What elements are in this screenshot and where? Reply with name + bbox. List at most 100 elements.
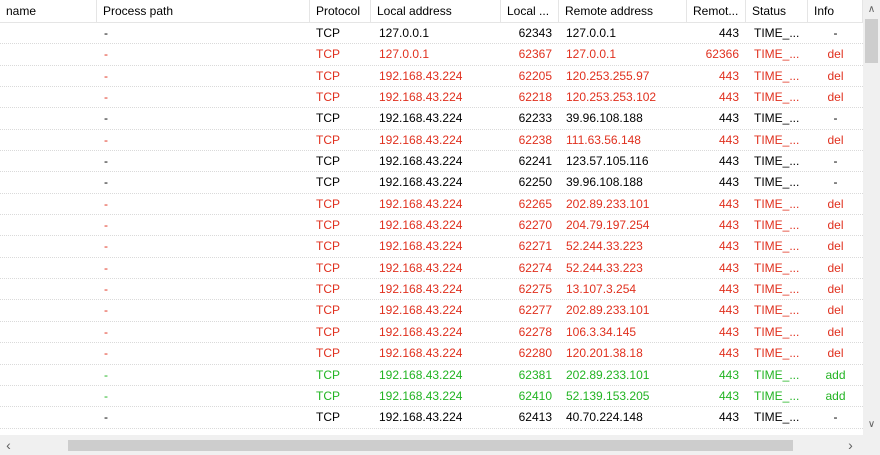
cell-remote-address: 120.253.253.102: [566, 90, 657, 105]
cell-info: add: [825, 388, 846, 403]
table-row[interactable]: - TCP 192.168.43.224 62241 123.57.105.116 443…: [0, 151, 863, 173]
cell-remote-port: 443: [718, 154, 739, 169]
cell-remote-address: 202.89.233.101: [566, 196, 650, 211]
cell-remote-port: 443: [718, 303, 739, 318]
cell-local-address: 192.168.43.224: [379, 196, 463, 211]
chevron-down-icon[interactable]: ∨: [863, 416, 880, 433]
table-row[interactable]: - TCP 192.168.43.224 62218 120.253.253.102 44…: [0, 87, 863, 109]
table-row[interactable]: - TCP 192.168.43.224 62275 13.107.3.254 443 TI…: [0, 279, 863, 301]
cell-process-path: -: [104, 367, 108, 382]
column-header-status[interactable]: Status: [746, 0, 808, 22]
cell-status: TIME_...: [754, 90, 800, 105]
cell-remote-port: 443: [718, 410, 739, 425]
table-row[interactable]: - TCP 192.168.43.224 62265 202.89.233.101 443…: [0, 194, 863, 216]
cell-remote-port: 443: [718, 239, 739, 254]
cell-local-port: 62343: [518, 26, 552, 40]
cell-remote-port: 443: [718, 196, 739, 211]
cell-status: TIME_...: [754, 111, 800, 126]
cell-remote-address: 111.63.56.148: [566, 132, 641, 147]
cell-info: add: [825, 367, 846, 382]
cell-status: TIME_...: [754, 47, 800, 62]
table-row[interactable]: - TCP 192.168.43.224 62280 120.201.38.18 443 T…: [0, 343, 863, 365]
column-header-info[interactable]: Info: [808, 0, 863, 22]
cell-remote-address: 202.89.233.101: [566, 367, 650, 382]
cell-protocol: TCP: [316, 68, 340, 83]
cell-info: -: [833, 26, 838, 40]
column-header-remote-address[interactable]: Remote address: [559, 0, 687, 22]
cell-remote-port: 443: [718, 324, 739, 339]
cell-local-address: 192.168.43.224: [379, 346, 463, 361]
column-header-name[interactable]: name: [0, 0, 97, 22]
cell-process-path: -: [104, 111, 108, 126]
cell-protocol: TCP: [316, 282, 340, 297]
cell-remote-address: 39.96.108.188: [566, 111, 643, 126]
cell-status: TIME_...: [754, 388, 800, 403]
table-row[interactable]: - TCP 192.168.43.224 62233 39.96.108.188 443 T…: [0, 108, 863, 130]
horizontal-scroll-thumb[interactable]: [68, 440, 793, 451]
table-row[interactable]: - TCP 192.168.43.224 62270 204.79.197.254 443…: [0, 215, 863, 237]
cell-name: [0, 44, 97, 65]
cell-local-address: 192.168.43.224: [379, 68, 463, 83]
cell-name: [0, 300, 97, 321]
cell-local-port: 62381: [518, 367, 552, 382]
cell-info: del: [827, 324, 844, 339]
cell-info: del: [827, 260, 844, 275]
table-row[interactable]: - TCP 192.168.43.224 62381 202.89.233.101 443…: [0, 365, 863, 386]
cell-status: TIME_...: [754, 132, 800, 147]
cell-remote-address: 39.96.108.188: [566, 175, 643, 190]
cell-remote-address: 52.244.33.223: [566, 239, 643, 254]
table-row[interactable]: - TCP 192.168.43.224 62271 52.244.33.223 443 T…: [0, 236, 863, 258]
cell-name: [0, 87, 97, 108]
cell-info: del: [827, 218, 844, 233]
cell-name: [0, 194, 97, 215]
table-body: - TCP 127.0.0.1 62343 127.0.0.1 443 TIME_... - -…: [0, 23, 863, 429]
cell-local-port: 62367: [518, 47, 552, 62]
cell-remote-port: 443: [718, 132, 739, 147]
table-row[interactable]: - TCP 192.168.43.224 62413 40.70.224.148 443 T…: [0, 407, 863, 429]
cell-remote-port: 443: [718, 175, 739, 190]
chevron-left-icon[interactable]: ‹: [0, 435, 17, 455]
table-row[interactable]: - TCP 192.168.43.224 62277 202.89.233.101 443…: [0, 300, 863, 322]
table-row[interactable]: - TCP 192.168.43.224 62410 52.139.153.205 443…: [0, 386, 863, 408]
cell-process-path: -: [104, 303, 108, 318]
cell-status: TIME_...: [754, 282, 800, 297]
cell-name: [0, 236, 97, 257]
cell-name: [0, 66, 97, 87]
cell-local-port: 62275: [518, 282, 552, 297]
vertical-scroll-thumb[interactable]: [865, 19, 878, 63]
cell-remote-port: 443: [718, 260, 739, 275]
column-header-local-address[interactable]: Local address: [371, 0, 501, 22]
table-row[interactable]: - TCP 192.168.43.224 62250 39.96.108.188 443 T…: [0, 172, 863, 194]
vertical-scrollbar[interactable]: ∧ ∨: [863, 0, 880, 435]
horizontal-scrollbar[interactable]: ‹ ›: [0, 435, 863, 455]
column-header-remote-port[interactable]: Remot...: [687, 0, 746, 22]
cell-process-path: -: [104, 218, 108, 233]
cell-remote-address: 40.70.224.148: [566, 410, 643, 425]
table-row[interactable]: - TCP 127.0.0.1 62367 127.0.0.1 62366 TIME_...…: [0, 44, 863, 66]
table-row[interactable]: - TCP 192.168.43.224 62274 52.244.33.223 443 T…: [0, 258, 863, 280]
table-header: name Process path Protocol Local address…: [0, 0, 863, 23]
connections-table: name Process path Protocol Local address…: [0, 0, 863, 435]
table-row[interactable]: - TCP 127.0.0.1 62343 127.0.0.1 443 TIME_... -: [0, 23, 863, 45]
cell-local-port: 62413: [518, 410, 552, 425]
cell-process-path: -: [104, 388, 108, 403]
cell-local-address: 192.168.43.224: [379, 388, 463, 403]
column-header-protocol[interactable]: Protocol: [310, 0, 371, 22]
cell-name: [0, 365, 97, 386]
cell-info: del: [827, 346, 844, 361]
scrollbar-corner: [863, 435, 880, 455]
column-header-local-port[interactable]: Local ...: [501, 0, 559, 22]
cell-status: TIME_...: [754, 26, 800, 40]
table-row[interactable]: - TCP 192.168.43.224 62205 120.253.255.97 443…: [0, 66, 863, 88]
cell-protocol: TCP: [316, 154, 340, 169]
cell-local-address: 192.168.43.224: [379, 282, 463, 297]
cell-process-path: -: [104, 132, 108, 147]
chevron-up-icon[interactable]: ∧: [863, 1, 880, 18]
cell-local-address: 192.168.43.224: [379, 90, 463, 105]
table-row[interactable]: - TCP 192.168.43.224 62278 106.3.34.145 443 TI…: [0, 322, 863, 344]
chevron-right-icon[interactable]: ›: [842, 435, 859, 455]
column-header-process-path[interactable]: Process path: [97, 0, 310, 22]
cell-local-address: 127.0.0.1: [379, 26, 430, 40]
cell-info: -: [833, 154, 838, 169]
table-row[interactable]: - TCP 192.168.43.224 62238 111.63.56.148 443 T…: [0, 130, 863, 152]
